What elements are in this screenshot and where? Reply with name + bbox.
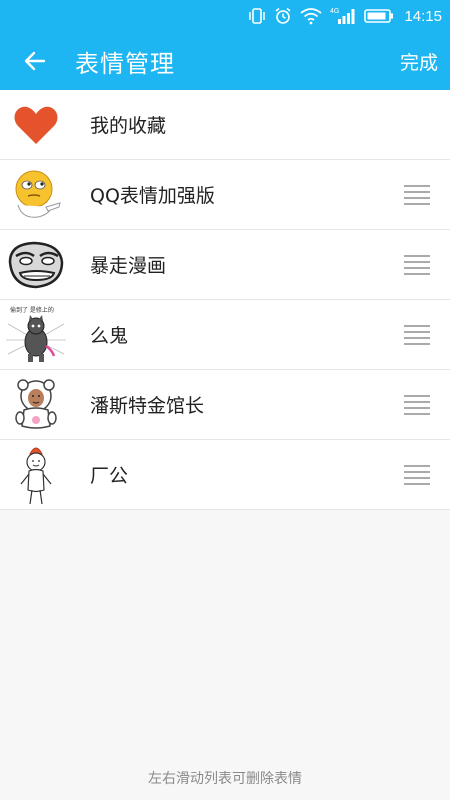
list-item-label: 潘斯特金馆长	[90, 395, 205, 417]
alarm-icon	[274, 7, 292, 25]
page-title: 表情管理	[75, 49, 175, 78]
list-item-label: 暴走漫画	[90, 255, 167, 277]
status-time: 14:15	[404, 7, 442, 25]
vibrate-icon	[248, 7, 266, 25]
list-item-label: 么鬼	[90, 325, 129, 347]
list-item-label: 我的收藏	[90, 115, 167, 137]
swipe-delete-hint: 左右滑动列表可删除表情	[148, 771, 302, 787]
done-button[interactable]: 完成	[400, 32, 438, 90]
battery-icon	[364, 8, 394, 24]
list-item-label: QQ表情加强版	[90, 185, 215, 207]
rage-comic-face-icon	[4, 233, 68, 297]
qq-emoji-face-icon	[4, 163, 68, 227]
signal-icon: 4G	[330, 6, 356, 26]
drag-handle-icon[interactable]	[404, 185, 430, 205]
wifi-icon	[300, 7, 323, 25]
list-item-ghost[interactable]: 偷到了 是修上的 么鬼	[0, 300, 450, 370]
doodle-figure-icon	[4, 443, 68, 507]
back-arrow-icon	[24, 51, 46, 71]
list-item-changgong[interactable]: 厂公	[0, 440, 450, 510]
list-item-panda-curator[interactable]: 潘斯特金馆长	[0, 370, 450, 440]
title-bar: 表情管理 完成	[0, 32, 450, 90]
list-item-favorites[interactable]: 我的收藏	[0, 90, 450, 160]
drag-handle-icon[interactable]	[404, 395, 430, 415]
heart-icon	[4, 93, 68, 157]
drag-handle-icon[interactable]	[404, 255, 430, 275]
sticker-list: 我的收藏 QQ表情加强版 暴走漫画 偷到了 是修上的 么鬼 潘斯特金馆长 厂公	[0, 90, 450, 510]
list-item-label: 厂公	[90, 465, 129, 487]
network-type: 4G	[330, 8, 339, 15]
back-button[interactable]	[0, 32, 70, 90]
thumb-caption: 偷到了 是修上的	[10, 306, 54, 314]
drag-handle-icon[interactable]	[404, 465, 430, 485]
status-bar: 4G 14:15	[0, 0, 450, 32]
panda-meme-icon	[4, 373, 68, 437]
list-item-rage-comic[interactable]: 暴走漫画	[0, 230, 450, 300]
list-item-qq-emoji[interactable]: QQ表情加强版	[0, 160, 450, 230]
cat-meme-icon: 偷到了 是修上的	[4, 303, 68, 367]
drag-handle-icon[interactable]	[404, 325, 430, 345]
